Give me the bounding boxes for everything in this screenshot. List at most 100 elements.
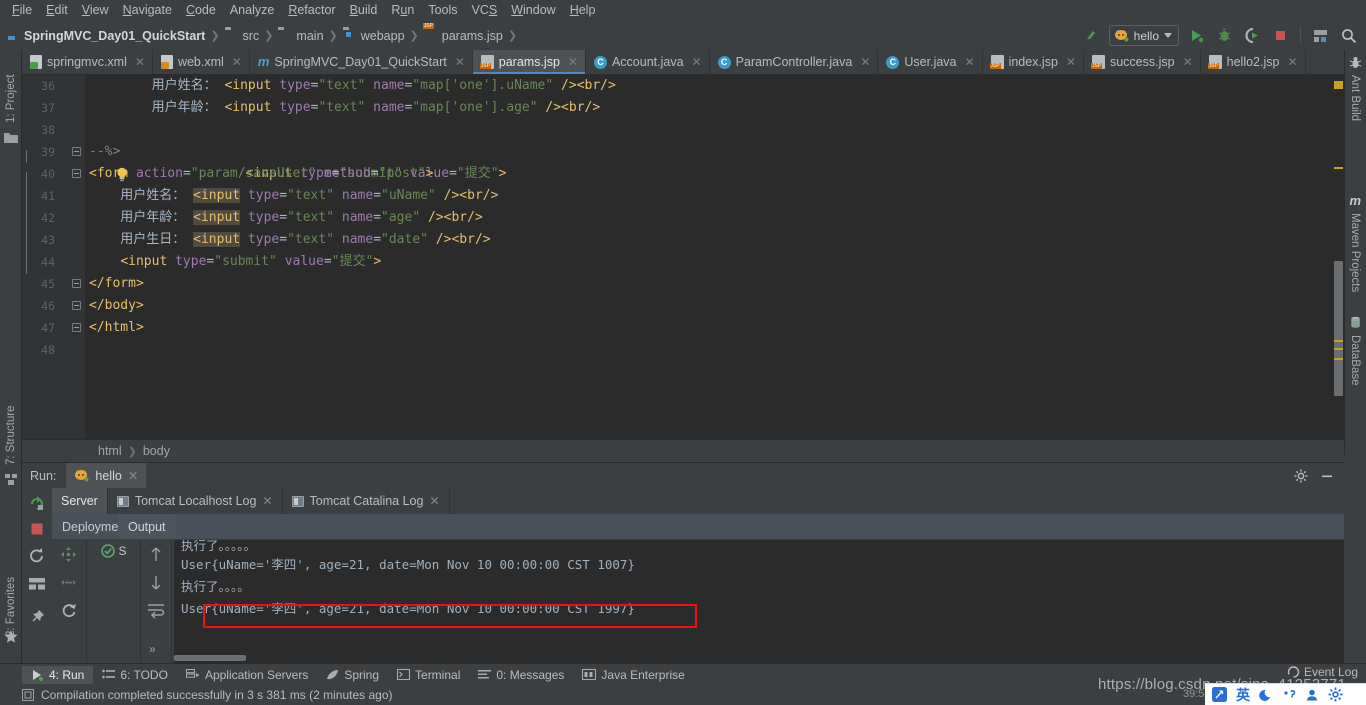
- tab-account-java[interactable]: C Account.java ✕: [586, 50, 710, 74]
- console-output[interactable]: 执行了。。。。。 User{uName='李四', age=21, date=M…: [174, 540, 1344, 663]
- scrollbar-thumb[interactable]: [1334, 261, 1343, 396]
- intention-bulb-icon[interactable]: [116, 123, 128, 182]
- restart-icon[interactable]: [28, 547, 46, 565]
- code-text-area[interactable]: 用户姓名： <input type="text" name="map['one'…: [85, 75, 1344, 439]
- moon-icon[interactable]: [1259, 688, 1273, 702]
- expand-collapse-icon[interactable]: [60, 546, 77, 563]
- back-arrow-icon[interactable]: [1081, 25, 1103, 47]
- menu-tools[interactable]: Tools: [421, 1, 464, 20]
- bottom-item-todo[interactable]: 6: TODO: [93, 666, 177, 684]
- pin-icon[interactable]: [28, 608, 46, 626]
- tab-springmvc-xml[interactable]: springmvc.xml ✕: [22, 50, 153, 74]
- stop-icon[interactable]: [1269, 25, 1291, 47]
- more-options-icon[interactable]: »: [149, 642, 156, 656]
- breadcrumb-body[interactable]: body: [143, 444, 170, 458]
- close-icon[interactable]: ✕: [860, 55, 870, 69]
- tab-user-java[interactable]: C User.java ✕: [878, 50, 983, 74]
- collapse-icon[interactable]: [60, 574, 77, 591]
- minimize-icon[interactable]: [1320, 469, 1334, 483]
- close-icon[interactable]: ✕: [1066, 55, 1076, 69]
- menu-file[interactable]: File: [5, 1, 39, 20]
- project-structure-icon[interactable]: [1310, 25, 1332, 47]
- editor-gutter[interactable]: 36 37 38 39 40 41 42 43 44 45 46 47 48: [22, 75, 85, 439]
- tab-index-jsp[interactable]: index.jsp ✕: [983, 50, 1084, 74]
- close-icon[interactable]: ✕: [1287, 55, 1297, 69]
- close-icon[interactable]: ✕: [262, 494, 272, 508]
- ime-logo-icon[interactable]: [1212, 687, 1227, 702]
- warning-marker[interactable]: [1334, 167, 1343, 169]
- breadcrumb-item-file[interactable]: params.jsp: [424, 29, 503, 43]
- breadcrumb-html[interactable]: html: [98, 444, 122, 458]
- menu-build[interactable]: Build: [343, 1, 385, 20]
- warning-marker[interactable]: [1334, 348, 1343, 350]
- subtab-deployment[interactable]: Deployment: [52, 514, 118, 539]
- menu-refactor[interactable]: Refactor: [281, 1, 342, 20]
- editor-scrollbar[interactable]: [1332, 75, 1344, 439]
- gear-icon[interactable]: [1294, 469, 1308, 483]
- menu-edit[interactable]: Edit: [39, 1, 75, 20]
- menu-analyze[interactable]: Analyze: [223, 1, 281, 20]
- menu-run[interactable]: Run: [384, 1, 421, 20]
- close-icon[interactable]: ✕: [429, 494, 439, 508]
- sidebar-item-project[interactable]: 1: Project: [0, 54, 22, 126]
- scroll-up-icon[interactable]: [148, 546, 164, 563]
- fold-marker[interactable]: [72, 141, 83, 163]
- refresh-icon[interactable]: [60, 602, 77, 619]
- bottom-item-messages[interactable]: 0: Messages: [469, 666, 573, 684]
- breadcrumb-item-webapp[interactable]: webapp: [343, 29, 405, 43]
- sidebar-item-structure[interactable]: 7: Structure: [0, 380, 22, 468]
- run-configuration-selector[interactable]: hello: [1108, 25, 1179, 46]
- fold-marker[interactable]: [72, 317, 83, 339]
- sidebar-item-ant-build[interactable]: Ant Build: [1344, 72, 1366, 134]
- run-config-tab-hello[interactable]: hello ✕: [66, 462, 147, 489]
- menu-view[interactable]: View: [75, 1, 116, 20]
- bottom-item-run[interactable]: 4: Run: [22, 665, 94, 684]
- bottom-item-terminal[interactable]: Terminal: [388, 666, 469, 684]
- tab-tomcat-localhost-log[interactable]: Tomcat Localhost Log ✕: [108, 488, 283, 514]
- scroll-down-icon[interactable]: [148, 574, 164, 591]
- tab-web-xml[interactable]: web.xml ✕: [153, 50, 250, 74]
- tab-paramcontroller-java[interactable]: C ParamController.java ✕: [710, 50, 879, 74]
- sidebar-item-database[interactable]: DataBase: [1344, 332, 1366, 408]
- run-icon[interactable]: [1185, 25, 1207, 47]
- menu-vcs[interactable]: VCS: [465, 1, 505, 20]
- close-icon[interactable]: ✕: [692, 55, 702, 69]
- search-everywhere-icon[interactable]: [1338, 25, 1360, 47]
- stop-icon[interactable]: [28, 520, 46, 538]
- console-horizontal-scrollbar[interactable]: [174, 655, 246, 661]
- code-editor[interactable]: 36 37 38 39 40 41 42 43 44 45 46 47 48 用…: [22, 75, 1344, 439]
- breadcrumb-item-src[interactable]: src: [225, 29, 260, 43]
- close-icon[interactable]: ✕: [455, 55, 465, 69]
- menu-help[interactable]: Help: [563, 1, 603, 20]
- warning-marker[interactable]: [1334, 81, 1343, 89]
- ime-language-label[interactable]: 英: [1236, 685, 1250, 705]
- menu-code[interactable]: Code: [179, 1, 223, 20]
- soft-wrap-icon[interactable]: [147, 602, 165, 619]
- rerun-icon[interactable]: [28, 495, 46, 513]
- close-icon[interactable]: ✕: [568, 55, 578, 69]
- breadcrumb-item-main[interactable]: main: [278, 29, 323, 43]
- tab-hello2-jsp[interactable]: hello2.jsp ✕: [1201, 50, 1306, 74]
- close-icon[interactable]: ✕: [135, 55, 145, 69]
- breadcrumb-item-project[interactable]: SpringMVC_Day01_QuickStart: [6, 29, 205, 43]
- warning-marker[interactable]: [1334, 340, 1343, 342]
- close-icon[interactable]: ✕: [965, 55, 975, 69]
- menu-navigate[interactable]: Navigate: [116, 1, 179, 20]
- fold-marker[interactable]: [72, 295, 83, 317]
- warning-marker[interactable]: [1334, 358, 1343, 360]
- menu-window[interactable]: Window: [504, 1, 562, 20]
- punctuation-icon[interactable]: [1282, 688, 1296, 702]
- layout-icon[interactable]: [28, 577, 46, 595]
- sidebar-item-maven-projects[interactable]: Maven Projects: [1344, 210, 1366, 314]
- tab-springmvc-day01-quickstart[interactable]: m SpringMVC_Day01_QuickStart ✕: [250, 50, 473, 74]
- fold-marker[interactable]: [72, 273, 83, 295]
- subtab-output[interactable]: Output: [118, 514, 176, 539]
- user-icon[interactable]: [1305, 688, 1319, 702]
- tab-tomcat-catalina-log[interactable]: Tomcat Catalina Log ✕: [283, 488, 450, 514]
- fold-marker[interactable]: [72, 163, 83, 185]
- bottom-item-java-enterprise[interactable]: Java Enterprise: [573, 666, 693, 684]
- run-with-coverage-icon[interactable]: [1241, 25, 1263, 47]
- tab-params-jsp[interactable]: params.jsp ✕: [472, 50, 586, 74]
- tab-success-jsp[interactable]: success.jsp ✕: [1084, 50, 1201, 74]
- sidebar-item-favorites[interactable]: 2: Favorites: [0, 552, 22, 640]
